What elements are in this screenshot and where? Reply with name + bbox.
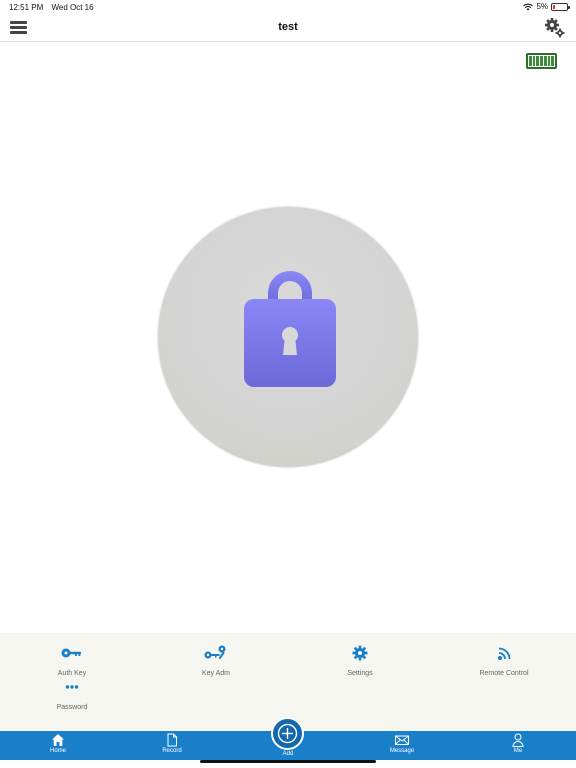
password-dots-icon — [65, 685, 79, 689]
tab-record-label: Record — [162, 748, 182, 754]
tab-record[interactable]: Record — [142, 733, 202, 754]
status-bar: 12:51 PM Wed Oct 16 5% — [0, 0, 576, 14]
battery-icon — [551, 2, 570, 11]
remote-control-label: Remote Control — [479, 670, 529, 677]
key-adm-label: Key Adm — [201, 670, 230, 677]
tab-add-label: Add — [282, 751, 294, 757]
lock-battery-indicator — [526, 53, 557, 69]
status-indicators: 5% — [523, 2, 570, 11]
key-icon — [61, 648, 81, 658]
settings-button[interactable]: Settings — [300, 645, 420, 677]
status-time-date: 12:51 PM Wed Oct 16 — [9, 3, 100, 12]
document-icon — [167, 733, 177, 747]
password-button[interactable]: Password — [12, 679, 132, 711]
gears-icon[interactable] — [544, 17, 566, 39]
plus-circle-icon — [277, 723, 298, 744]
key-admin-icon — [204, 645, 226, 660]
key-adm-button[interactable]: Key Adm — [156, 645, 276, 677]
tab-home-label: Home — [49, 748, 66, 754]
status-time: 12:51 PM — [9, 3, 44, 12]
tab-home[interactable]: Home — [28, 733, 88, 754]
remote-control-button[interactable]: Remote Control — [444, 645, 564, 677]
home-icon — [52, 734, 64, 746]
auth-key-label: Auth Key — [57, 670, 87, 677]
tab-me-label: Me — [513, 748, 523, 754]
password-label: Password — [56, 704, 88, 711]
auth-key-button[interactable]: Auth Key — [12, 645, 132, 677]
battery-percent: 5% — [536, 2, 548, 11]
unlock-button[interactable] — [158, 207, 418, 467]
add-button[interactable] — [271, 717, 304, 750]
wifi-icon — [523, 3, 534, 10]
person-icon — [512, 733, 524, 747]
settings-label: Settings — [347, 670, 373, 677]
remote-signal-icon — [498, 647, 511, 660]
tab-message-label: Message — [389, 748, 415, 754]
page-title: test — [278, 21, 298, 33]
padlock-icon — [244, 271, 336, 387]
gear-icon — [352, 645, 368, 661]
home-indicator — [200, 760, 376, 763]
status-date: Wed Oct 16 — [51, 3, 94, 12]
tab-message[interactable]: Message — [372, 733, 432, 754]
envelope-icon — [395, 735, 409, 745]
tab-me[interactable]: Me — [488, 733, 548, 754]
app-header: test — [0, 14, 576, 42]
